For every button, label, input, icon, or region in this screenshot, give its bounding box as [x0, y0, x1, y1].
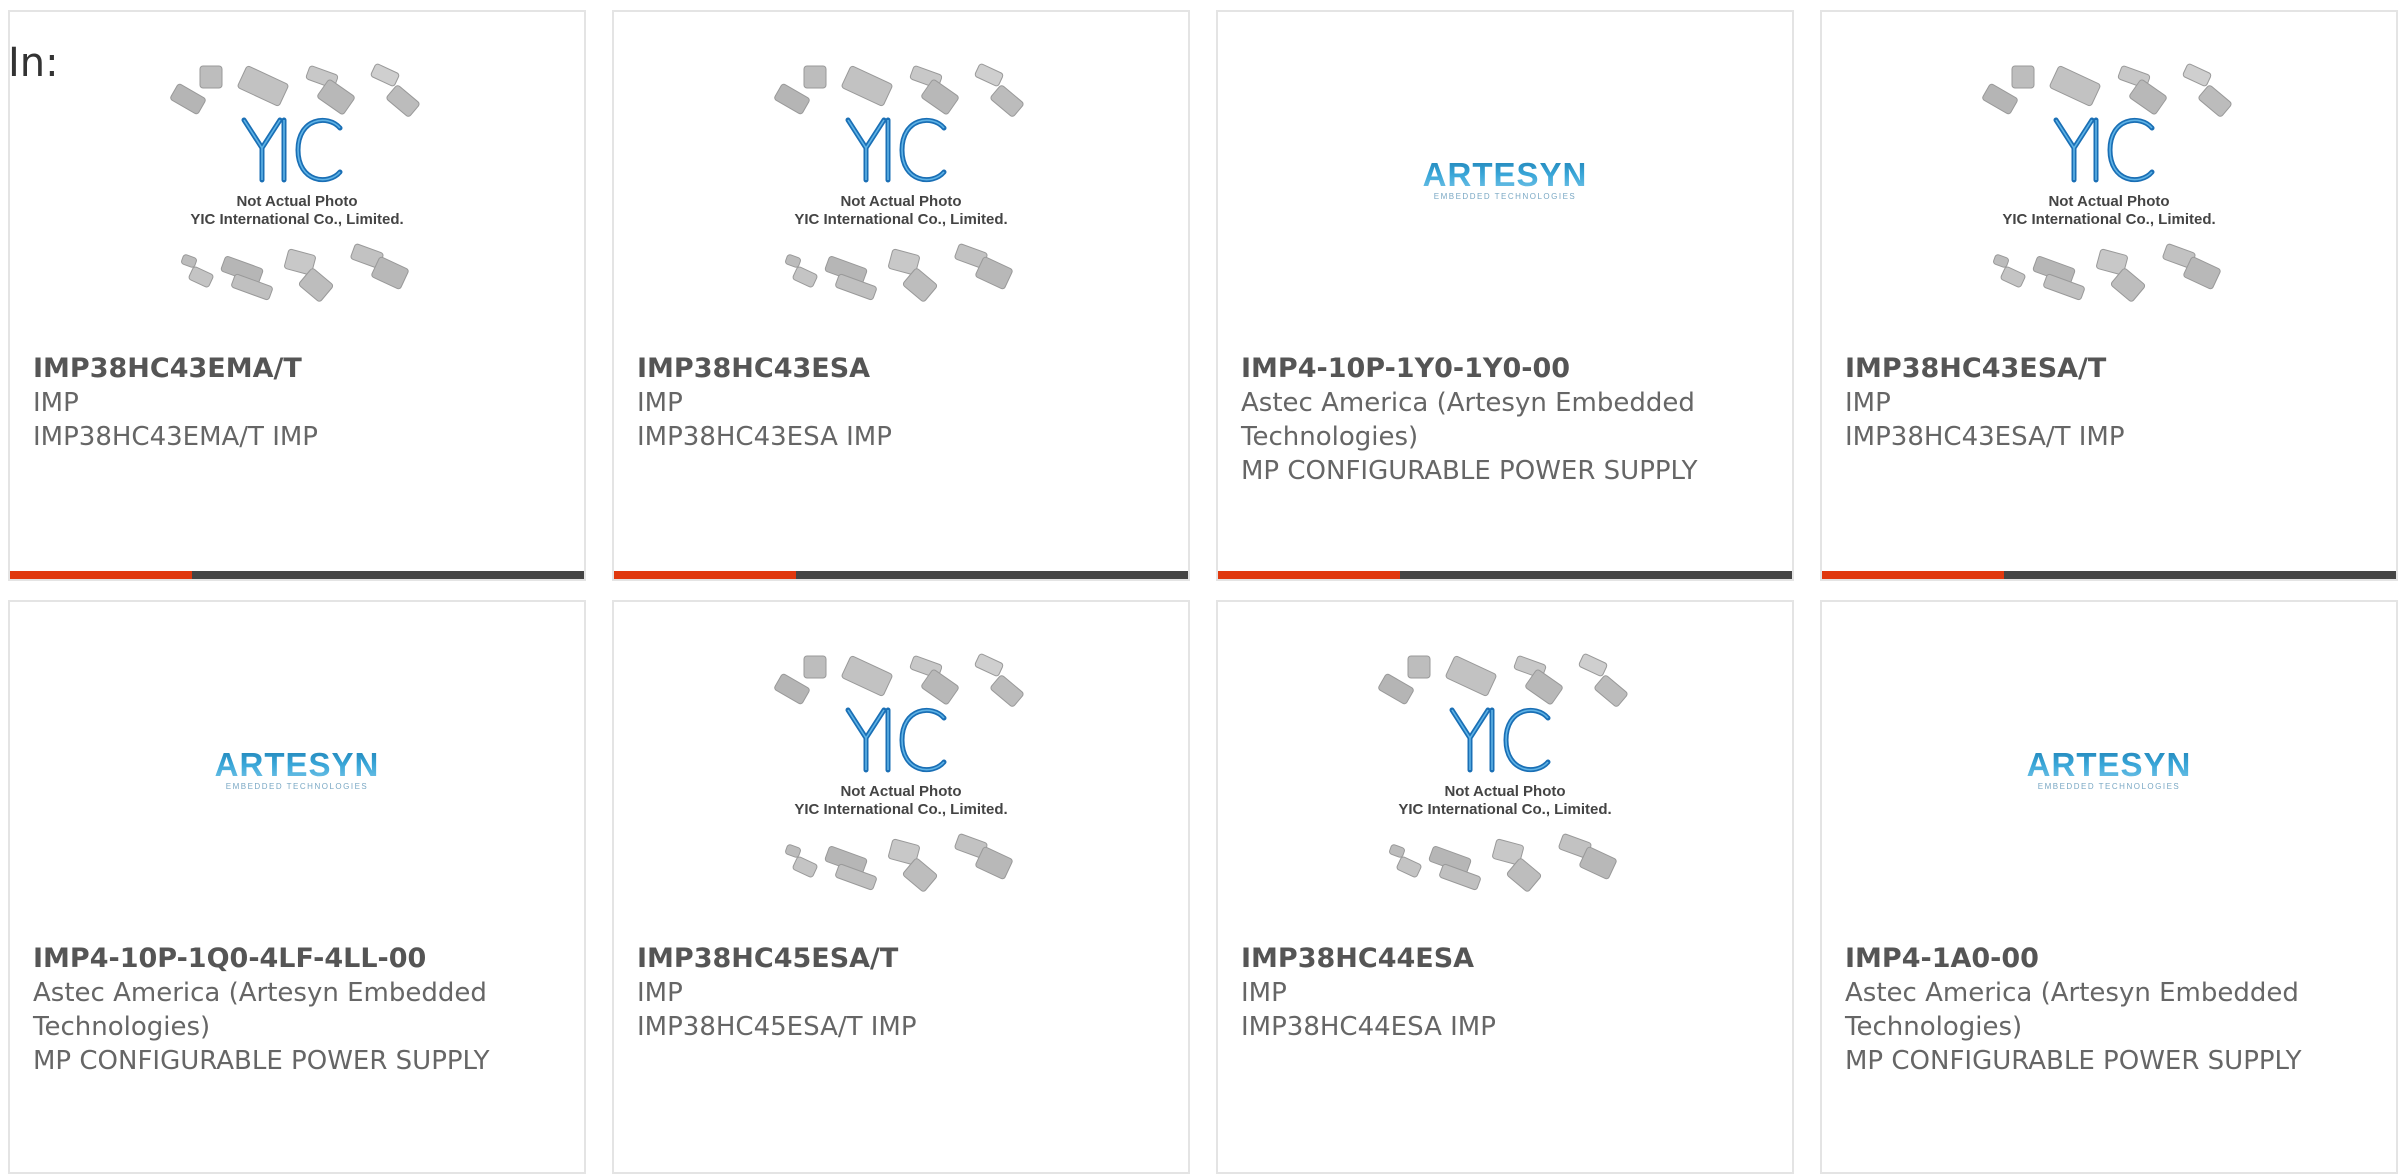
yic-logo-text: YIC — [899, 177, 903, 179]
placeholder-line2: YIC International Co., Limited. — [2002, 211, 2215, 228]
manufacturer: Astec America (Artesyn Embedded Technolo… — [1845, 978, 2299, 1042]
placeholder-line2: YIC International Co., Limited. — [1398, 801, 1611, 818]
yic-logo-inner-icon — [2055, 119, 2153, 181]
product-card[interactable]: ARTESYN EMBEDDED TECHNOLOGIES IMP4-10P-1… — [1216, 10, 1794, 581]
yic-logo-inner-icon — [243, 119, 341, 181]
card-bar — [1822, 571, 2396, 579]
chip-cluster-bottom-icon — [785, 243, 1013, 302]
description: IMP38HC43EMA/T IMP — [33, 422, 318, 452]
artesyn-tagline: EMBEDDED TECHNOLOGIES — [2038, 782, 2180, 791]
description: MP CONFIGURABLE POWER SUPPLY — [1845, 1046, 2302, 1076]
artesyn-tagline: EMBEDDED TECHNOLOGIES — [226, 782, 368, 791]
artesyn-logo-image: ARTESYN EMBEDDED TECHNOLOGIES — [215, 746, 380, 791]
product-image[interactable]: ARTESYN EMBEDDED TECHNOLOGIES — [1218, 12, 1792, 362]
chip-cluster-top-icon — [774, 653, 1024, 707]
yic-logo-icon — [2053, 117, 2155, 183]
chip-cluster-top-icon — [774, 63, 1024, 117]
product-image[interactable]: Not Actual Photo YIC International Co., … — [10, 12, 584, 352]
product-card[interactable]: Not Actual Photo YIC International Co., … — [612, 10, 1190, 581]
manufacturer: IMP — [637, 388, 683, 418]
yic-logo-icon — [1449, 707, 1551, 773]
placeholder-line1: Not Actual Photo — [840, 193, 961, 210]
product-card[interactable]: Not Actual Photo YIC International Co., … — [1216, 600, 1794, 1174]
yic-logo-text: YIC — [899, 767, 903, 769]
chip-cluster-top-icon — [1982, 63, 2232, 117]
manufacturer: IMP — [1845, 388, 1891, 418]
yic-placeholder-image: Not Actual Photo YIC International Co., … — [1982, 63, 2232, 302]
artesyn-logo-text: ARTESYN — [1423, 156, 1588, 193]
placeholder-line1: Not Actual Photo — [1444, 783, 1565, 800]
placeholder-line2: YIC International Co., Limited. — [190, 211, 403, 228]
manufacturer: Astec America (Artesyn Embedded Technolo… — [33, 978, 487, 1042]
manufacturer: Astec America (Artesyn Embedded Technolo… — [1241, 388, 1695, 452]
yic-logo-inner-icon — [1451, 709, 1549, 771]
product-card[interactable]: Not Actual Photo YIC International Co., … — [8, 10, 586, 581]
chip-cluster-top-icon — [170, 63, 420, 117]
product-card[interactable]: ARTESYN EMBEDDED TECHNOLOGIES IMP4-10P-1… — [8, 600, 586, 1174]
part-number[interactable]: IMP38HC43ESA — [637, 352, 1172, 386]
artesyn-logo-image: ARTESYN EMBEDDED TECHNOLOGIES — [1423, 156, 1588, 201]
artesyn-logo-text: ARTESYN — [2027, 746, 2192, 783]
artesyn-logo-text: ARTESYN — [215, 746, 380, 783]
placeholder-line2: YIC International Co., Limited. — [794, 801, 1007, 818]
product-grid: Not Actual Photo YIC International Co., … — [8, 10, 2400, 1174]
product-image[interactable]: Not Actual Photo YIC International Co., … — [614, 602, 1188, 942]
yic-logo-icon — [241, 117, 343, 183]
placeholder-line2: YIC International Co., Limited. — [794, 211, 1007, 228]
yic-logo-inner-icon — [847, 119, 945, 181]
manufacturer: IMP — [1241, 978, 1287, 1008]
card-bar — [614, 571, 1188, 579]
artesyn-logo-image: ARTESYN EMBEDDED TECHNOLOGIES — [2027, 746, 2192, 791]
artesyn-tagline: EMBEDDED TECHNOLOGIES — [1434, 192, 1576, 201]
description: MP CONFIGURABLE POWER SUPPLY — [1241, 456, 1698, 486]
product-image[interactable]: Not Actual Photo YIC International Co., … — [1218, 602, 1792, 942]
yic-logo-icon — [845, 117, 947, 183]
part-number[interactable]: IMP4-10P-1Y0-1Y0-00 — [1241, 352, 1776, 386]
chip-cluster-bottom-icon — [1389, 833, 1617, 892]
placeholder-line1: Not Actual Photo — [2048, 193, 2169, 210]
description: IMP38HC44ESA IMP — [1241, 1012, 1496, 1042]
yic-placeholder-image: Not Actual Photo YIC International Co., … — [774, 653, 1024, 892]
product-image[interactable]: ARTESYN EMBEDDED TECHNOLOGIES — [1822, 602, 2396, 952]
yic-placeholder-image: Not Actual Photo YIC International Co., … — [170, 63, 420, 302]
placeholder-line1: Not Actual Photo — [236, 193, 357, 210]
chip-cluster-bottom-icon — [785, 833, 1013, 892]
chip-cluster-top-icon — [1378, 653, 1628, 707]
description: MP CONFIGURABLE POWER SUPPLY — [33, 1046, 490, 1076]
product-card[interactable]: Not Actual Photo YIC International Co., … — [612, 600, 1190, 1174]
part-number[interactable]: IMP38HC44ESA — [1241, 942, 1776, 976]
yic-logo-icon — [845, 707, 947, 773]
filter-label: In: — [8, 40, 59, 86]
part-number[interactable]: IMP4-1A0-00 — [1845, 942, 2380, 976]
chip-cluster-bottom-icon — [181, 243, 409, 302]
manufacturer: IMP — [637, 978, 683, 1008]
part-number[interactable]: IMP38HC43EMA/T — [33, 352, 568, 386]
part-number[interactable]: IMP4-10P-1Q0-4LF-4LL-00 — [33, 942, 568, 976]
description: IMP38HC45ESA/T IMP — [637, 1012, 917, 1042]
product-image[interactable]: ARTESYN EMBEDDED TECHNOLOGIES — [10, 602, 584, 952]
manufacturer: IMP — [33, 388, 79, 418]
product-image[interactable]: Not Actual Photo YIC International Co., … — [1822, 12, 2396, 352]
yic-logo-text: YIC — [1503, 767, 1507, 769]
description: IMP38HC43ESA/T IMP — [1845, 422, 2125, 452]
yic-placeholder-image: Not Actual Photo YIC International Co., … — [1378, 653, 1628, 892]
chip-cluster-bottom-icon — [1993, 243, 2221, 302]
card-bar — [1218, 571, 1792, 579]
product-card[interactable]: Not Actual Photo YIC International Co., … — [1820, 10, 2398, 581]
product-image[interactable]: Not Actual Photo YIC International Co., … — [614, 12, 1188, 352]
yic-logo-inner-icon — [847, 709, 945, 771]
description: IMP38HC43ESA IMP — [637, 422, 892, 452]
product-card[interactable]: ARTESYN EMBEDDED TECHNOLOGIES IMP4-1A0-0… — [1820, 600, 2398, 1174]
card-bar — [10, 571, 584, 579]
part-number[interactable]: IMP38HC43ESA/T — [1845, 352, 2380, 386]
yic-placeholder-image: Not Actual Photo YIC International Co., … — [774, 63, 1024, 302]
yic-logo-text: YIC — [295, 177, 299, 179]
placeholder-line1: Not Actual Photo — [840, 783, 961, 800]
part-number[interactable]: IMP38HC45ESA/T — [637, 942, 1172, 976]
yic-logo-text: YIC — [2107, 177, 2111, 179]
